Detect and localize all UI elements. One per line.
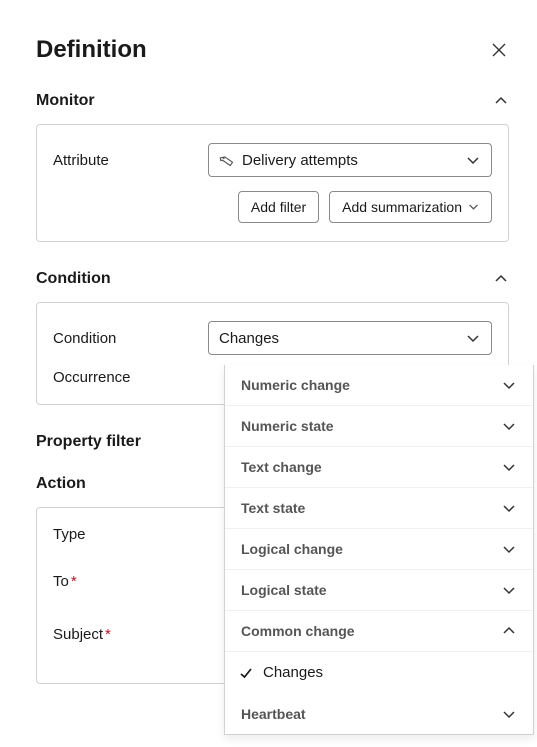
property-filter-title: Property filter (36, 433, 141, 451)
dropdown-group-label: Logical change (241, 541, 343, 557)
monitor-section-body: Attribute Delivery attempts (36, 124, 509, 242)
dropdown-item-changes[interactable]: Changes (225, 652, 533, 693)
condition-value: Changes (219, 330, 279, 347)
dropdown-group-label: Heartbeat (241, 706, 306, 722)
dropdown-group-label: Numeric change (241, 377, 350, 393)
chevron-down-icon (501, 459, 517, 475)
dropdown-group-label: Text state (241, 500, 305, 516)
close-button[interactable] (489, 40, 509, 60)
condition-title: Condition (36, 270, 111, 288)
condition-label: Condition (53, 330, 208, 347)
condition-dropdown: Numeric change Numeric state Text change… (224, 365, 534, 735)
dropdown-group-numeric-change[interactable]: Numeric change (225, 365, 533, 406)
chevron-down-icon (501, 582, 517, 598)
chevron-down-icon (465, 330, 481, 346)
dropdown-group-label: Logical state (241, 582, 327, 598)
dropdown-group-label: Numeric state (241, 418, 334, 434)
chevron-down-icon (501, 541, 517, 557)
add-filter-button[interactable]: Add filter (238, 191, 319, 223)
dropdown-group-common-change[interactable]: Common change (225, 611, 533, 652)
attribute-value: Delivery attempts (242, 152, 358, 169)
tag-icon (219, 153, 234, 168)
check-icon (239, 666, 255, 680)
add-summarization-label: Add summarization (342, 199, 462, 215)
attribute-label: Attribute (53, 152, 208, 169)
page-title: Definition (36, 36, 147, 64)
chevron-down-icon (501, 500, 517, 516)
condition-select[interactable]: Changes (208, 321, 492, 355)
chevron-down-icon (468, 199, 479, 215)
chevron-up-icon (501, 623, 517, 639)
dropdown-group-label: Text change (241, 459, 322, 475)
chevron-down-icon (501, 418, 517, 434)
dropdown-group-text-state[interactable]: Text state (225, 488, 533, 529)
chevron-down-icon (501, 377, 517, 393)
add-summarization-button[interactable]: Add summarization (329, 191, 492, 223)
add-filter-label: Add filter (251, 199, 306, 215)
dropdown-group-label: Common change (241, 623, 355, 639)
chevron-down-icon (501, 706, 517, 722)
chevron-up-icon (493, 93, 509, 109)
chevron-up-icon (493, 271, 509, 287)
monitor-section-header[interactable]: Monitor (36, 92, 509, 110)
close-icon (491, 42, 507, 58)
occurrence-label: Occurrence (53, 369, 208, 386)
dropdown-group-logical-state[interactable]: Logical state (225, 570, 533, 611)
chevron-down-icon (465, 152, 481, 168)
to-label: To* (53, 573, 208, 590)
dropdown-group-text-change[interactable]: Text change (225, 447, 533, 488)
attribute-select[interactable]: Delivery attempts (208, 143, 492, 177)
dropdown-group-logical-change[interactable]: Logical change (225, 529, 533, 570)
condition-section-header[interactable]: Condition (36, 270, 509, 288)
dropdown-group-heartbeat[interactable]: Heartbeat (225, 693, 533, 734)
monitor-title: Monitor (36, 92, 95, 110)
type-label: Type (53, 526, 208, 543)
subject-label: Subject* (53, 626, 208, 643)
action-title: Action (36, 475, 86, 493)
dropdown-item-label: Changes (263, 664, 323, 681)
dropdown-group-numeric-state[interactable]: Numeric state (225, 406, 533, 447)
